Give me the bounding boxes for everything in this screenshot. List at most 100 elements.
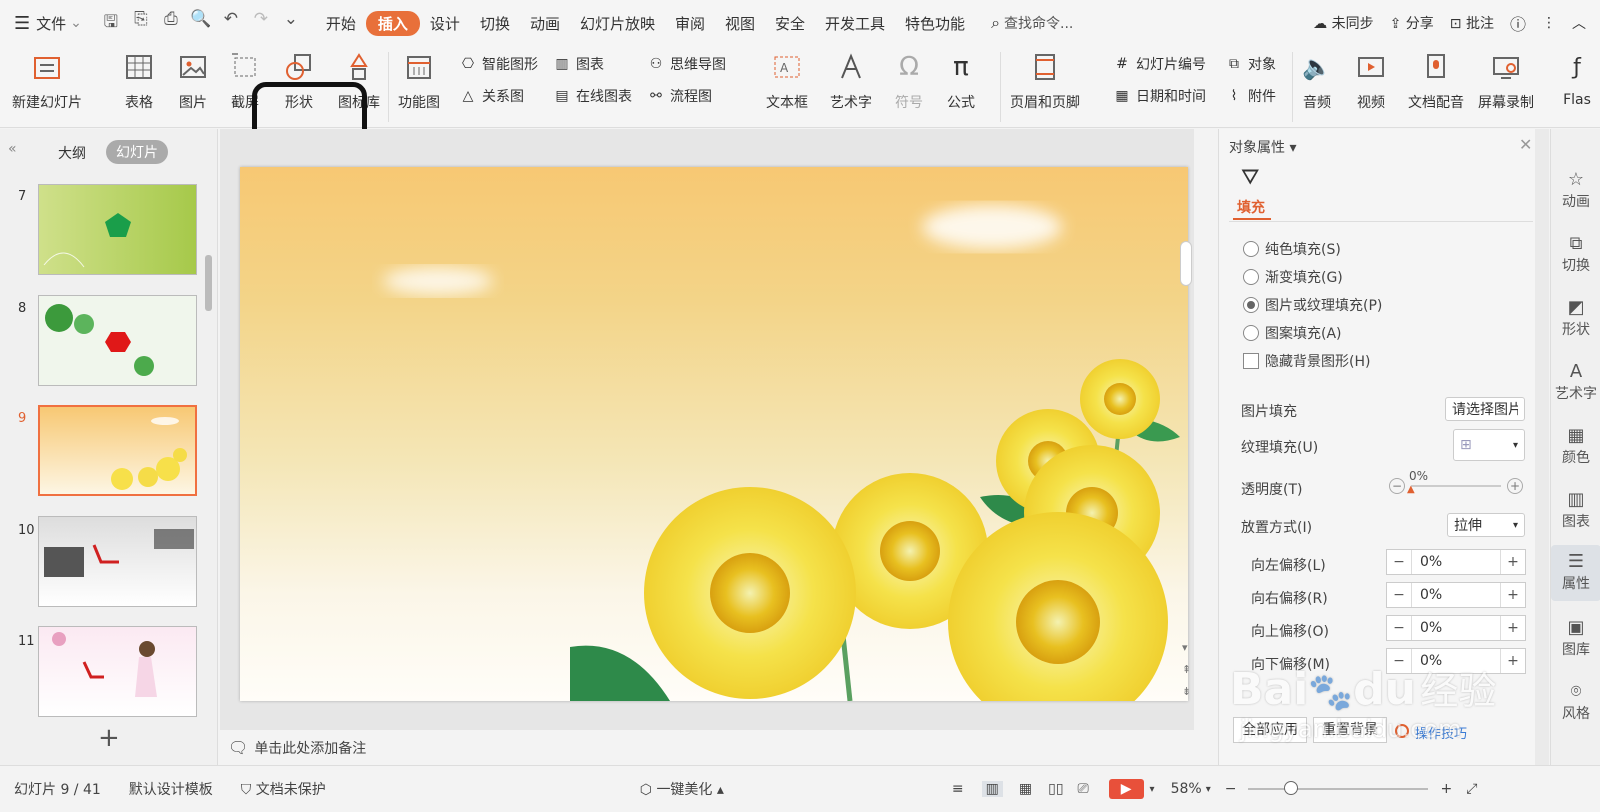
tab-animation[interactable]: 动画: [520, 13, 570, 34]
tab-slides[interactable]: 幻灯片: [106, 140, 168, 164]
object-button[interactable]: ⧉ 对象: [1224, 54, 1276, 74]
collapse-ribbon-icon[interactable]: ︿: [1572, 13, 1586, 33]
reading-view-icon[interactable]: ▯▯: [1048, 781, 1063, 797]
beautify-button[interactable]: ⬡ 一键美化 ▴: [626, 779, 738, 799]
smart-shape-button[interactable]: ⎔ 智能图形: [458, 54, 538, 74]
texture-dropdown[interactable]: ⊞ ▾: [1453, 429, 1525, 461]
redo-icon[interactable]: ↷: [246, 9, 276, 38]
symbol-button[interactable]: Ω 符号: [892, 50, 926, 112]
side-shape[interactable]: ◩ 形状: [1551, 295, 1600, 339]
side-wordart[interactable]: A 艺术字: [1551, 359, 1600, 403]
offset-right-stepper[interactable]: −0% +: [1386, 582, 1526, 608]
customize-icon[interactable]: ⌄: [276, 9, 306, 38]
tab-view[interactable]: 视图: [715, 13, 765, 34]
zoom-out-icon[interactable]: −: [1225, 781, 1237, 797]
function-chart-button[interactable]: 功能图: [398, 50, 440, 112]
search-command[interactable]: ⌕ 查找命令...: [991, 13, 1073, 33]
chart-button[interactable]: ▥ 图表: [552, 54, 604, 74]
new-slide-button[interactable]: 新建幻灯片: [12, 50, 82, 112]
share-button[interactable]: ⇪ 分享: [1390, 13, 1434, 33]
placement-dropdown[interactable]: 拉伸 ▾: [1447, 513, 1525, 537]
side-chart[interactable]: ▥ 图表: [1551, 487, 1600, 531]
collapse-panel-icon[interactable]: «: [8, 141, 17, 157]
picture-button[interactable]: 图片: [176, 50, 210, 112]
minus-icon[interactable]: −: [1387, 554, 1411, 570]
tab-insert[interactable]: 插入: [365, 10, 420, 36]
video-button[interactable]: 视频: [1354, 50, 1388, 112]
offset-up-stepper[interactable]: −0% +: [1386, 615, 1526, 641]
transparency-decrease[interactable]: −: [1389, 478, 1405, 494]
properties-title[interactable]: 对象属性 ▾: [1229, 137, 1296, 157]
zoom-level[interactable]: 58%: [1171, 781, 1202, 797]
prev-slide-icon[interactable]: ⇞: [1182, 663, 1191, 676]
side-color[interactable]: ▦ 颜色: [1551, 423, 1600, 467]
chevron-down-icon[interactable]: ▾: [1206, 784, 1211, 795]
fit-window-icon[interactable]: ⤢: [1466, 781, 1477, 797]
tab-transition[interactable]: 切换: [470, 13, 520, 34]
side-gallery[interactable]: ▣ 图库: [1551, 615, 1600, 659]
fill-tab[interactable]: 填充: [1237, 197, 1265, 217]
tab-review[interactable]: 审阅: [665, 13, 715, 34]
file-menu[interactable]: ☰ 文件 ⌄: [14, 13, 82, 34]
slider-thumb[interactable]: ▲: [1407, 484, 1415, 495]
offset-left-value[interactable]: 0%: [1411, 550, 1501, 574]
hide-bg-checkbox[interactable]: 隐藏背景图形(H): [1243, 351, 1370, 371]
slide-thumbnail-8[interactable]: [38, 295, 197, 386]
side-style[interactable]: ⌾ 风格: [1551, 679, 1600, 723]
slide-thumbnail-10[interactable]: [38, 516, 197, 607]
slide-thumbnail-7[interactable]: [38, 184, 197, 275]
plus-icon[interactable]: +: [1501, 587, 1525, 603]
solid-fill-option[interactable]: 纯色填充(S): [1243, 239, 1341, 259]
sorter-view-icon[interactable]: ▦: [1019, 781, 1032, 797]
plus-icon[interactable]: +: [1501, 554, 1525, 570]
zoom-slider[interactable]: [1248, 781, 1429, 795]
close-icon[interactable]: ✕: [1519, 135, 1532, 154]
header-footer-button[interactable]: 页眉和页脚: [1010, 50, 1080, 112]
picture-fill-option[interactable]: 图片或纹理填充(P): [1243, 295, 1382, 315]
zoom-slider-thumb[interactable]: [1284, 781, 1299, 795]
flash-button[interactable]: ƒ Flas: [1560, 50, 1594, 109]
chevron-down-icon[interactable]: ▾: [1150, 784, 1155, 795]
minus-icon[interactable]: −: [1387, 587, 1411, 603]
select-picture-button[interactable]: 请选择图片: [1445, 397, 1525, 421]
scroll-down-icon[interactable]: ▾: [1182, 641, 1188, 654]
tab-slideshow[interactable]: 幻灯片放映: [570, 13, 665, 34]
flowchart-button[interactable]: ⚯ 流程图: [646, 86, 712, 106]
audio-button[interactable]: 🔈 音频: [1300, 50, 1334, 112]
tab-developer[interactable]: 开发工具: [815, 13, 895, 34]
tab-features[interactable]: 特色功能: [895, 13, 975, 34]
minus-icon[interactable]: −: [1387, 620, 1411, 636]
table-button[interactable]: 表格: [122, 50, 156, 112]
plus-icon[interactable]: +: [1501, 620, 1525, 636]
undo-icon[interactable]: ↶: [216, 9, 246, 38]
export-icon[interactable]: ⎘: [126, 9, 156, 38]
help-icon[interactable]: ⓘ: [1510, 11, 1526, 35]
tab-home[interactable]: 开始: [316, 13, 366, 34]
transparency-increase[interactable]: +: [1507, 478, 1523, 494]
screen-record-button[interactable]: 屏幕录制: [1478, 50, 1534, 112]
panel-scrollbar[interactable]: [205, 255, 212, 311]
print-preview-icon[interactable]: 🔍: [186, 9, 216, 38]
notes-view-icon[interactable]: ≡: [952, 781, 964, 797]
save-icon[interactable]: 🖫: [96, 9, 126, 38]
properties-scrollbar[interactable]: [1535, 129, 1549, 765]
pattern-fill-option[interactable]: 图案填充(A): [1243, 323, 1342, 343]
presenter-view-icon[interactable]: ⎚: [1078, 781, 1089, 797]
textbox-button[interactable]: A 文本框: [766, 50, 808, 112]
protect-status[interactable]: ⛉ 文档未保护: [227, 779, 340, 799]
slide-thumbnail-11[interactable]: [38, 626, 197, 717]
offset-left-stepper[interactable]: −0% +: [1386, 549, 1526, 575]
template-name[interactable]: 默认设计模板: [115, 779, 227, 799]
tab-outline[interactable]: 大纲: [58, 143, 86, 163]
offset-up-value[interactable]: 0%: [1411, 616, 1501, 640]
relation-button[interactable]: △ 关系图: [458, 86, 524, 106]
more-icon[interactable]: ⋮: [1542, 15, 1556, 31]
normal-view-icon[interactable]: ▥: [981, 781, 1003, 797]
zoom-in-icon[interactable]: +: [1440, 781, 1452, 797]
canvas-scrollbar[interactable]: [1180, 241, 1192, 286]
plus-icon[interactable]: +: [1501, 653, 1525, 669]
transparency-slider[interactable]: [1411, 485, 1501, 487]
next-slide-icon[interactable]: ⇟: [1182, 685, 1191, 698]
tab-security[interactable]: 安全: [765, 13, 815, 34]
wordart-button[interactable]: 艺术字: [830, 50, 872, 112]
